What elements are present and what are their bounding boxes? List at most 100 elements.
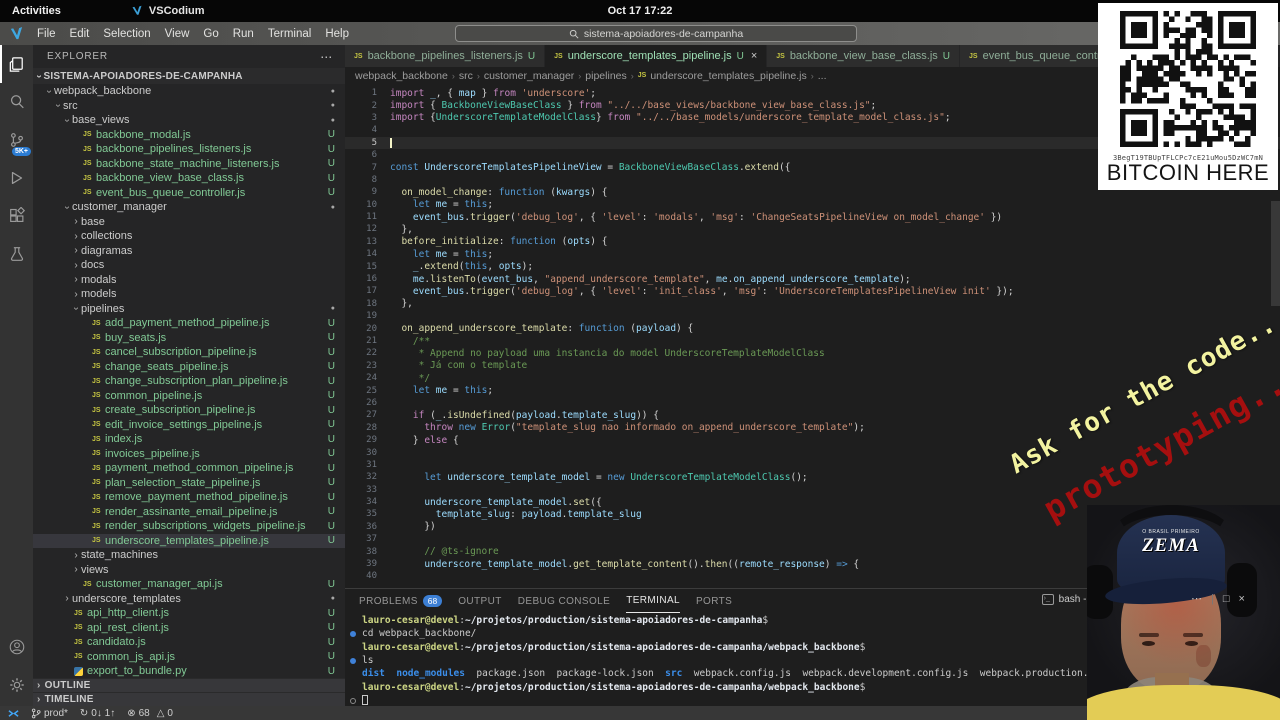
editor-line[interactable]: 15 _.extend(this, opts); (345, 260, 1280, 272)
tree-item-customer_manager_api.js[interactable]: JS customer_manager_api.js U (33, 577, 345, 592)
tab-backbone_pipelines_listeners.js[interactable]: JS backbone_pipelines_listeners.js U (345, 45, 546, 67)
source-control-icon[interactable]: 5K+ (0, 121, 33, 159)
tree-item-modals[interactable]: › modals (33, 273, 345, 288)
explorer-icon[interactable] (0, 45, 33, 83)
extensions-icon[interactable] (0, 197, 33, 235)
tree-item-cancel_subscription_pipeline.js[interactable]: JS cancel_subscription_pipeline.js U (33, 345, 345, 360)
tree-item-event_bus_queue_controller.js[interactable]: JS event_bus_queue_controller.js U (33, 186, 345, 201)
breadcrumb-item[interactable]: webpack_backbone (355, 70, 448, 82)
tree-item-base[interactable]: › base (33, 215, 345, 230)
tree-item-src[interactable]: › src ● (33, 99, 345, 114)
tree-item-backbone_modal.js[interactable]: JS backbone_modal.js U (33, 128, 345, 143)
editor-scrollbar[interactable] (1271, 201, 1280, 306)
tree-item-invoices_pipeline.js[interactable]: JS invoices_pipeline.js U (33, 447, 345, 462)
tree-item-change_seats_pipeline.js[interactable]: JS change_seats_pipeline.js U (33, 360, 345, 375)
tree-item-docs[interactable]: › docs (33, 258, 345, 273)
tab-backbone_view_base_class.js[interactable]: JS backbone_view_base_class.js U (767, 45, 961, 67)
remote-indicator[interactable] (8, 708, 19, 719)
editor-line[interactable]: 12 }, (345, 223, 1280, 235)
tree-item-plan_selection_state_pipeline.js[interactable]: JS plan_selection_state_pipeline.js U (33, 476, 345, 491)
project-root-row[interactable]: › SISTEMA-APOIADORES-DE-CAMPANHA (33, 68, 345, 84)
activities-button[interactable]: Activities (0, 5, 73, 17)
tree-item-render_assinante_email_pipeline.js[interactable]: JS render_assinante_email_pipeline.js U (33, 505, 345, 520)
command-center-search[interactable]: sistema-apoiadores-de-campanha (455, 25, 857, 42)
editor-line[interactable]: 14 let me = this; (345, 248, 1280, 260)
menu-view[interactable]: View (158, 28, 197, 40)
panel-tab-problems[interactable]: PROBLEMS 68 (359, 589, 443, 613)
tree-item-base_views[interactable]: › base_views ● (33, 113, 345, 128)
tree-item-customer_manager[interactable]: › customer_manager ● (33, 200, 345, 215)
breadcrumb-item[interactable]: customer_manager (484, 70, 574, 82)
tree-item-remove_payment_method_pipeline.js[interactable]: JS remove_payment_method_pipeline.js U (33, 490, 345, 505)
editor-line[interactable]: 21 /** (345, 335, 1280, 347)
tree-item-buy_seats.js[interactable]: JS buy_seats.js U (33, 331, 345, 346)
tree-item-views[interactable]: › views (33, 563, 345, 578)
editor-line[interactable]: 16 me.listenTo(event_bus, "append_unders… (345, 273, 1280, 285)
tree-item-api_http_client.js[interactable]: JS api_http_client.js U (33, 606, 345, 621)
settings-gear-icon[interactable] (0, 666, 33, 704)
editor-line[interactable]: 19 (345, 310, 1280, 322)
tree-item-pipelines[interactable]: › pipelines ● (33, 302, 345, 317)
editor-line[interactable]: 20 on_append_underscore_template: functi… (345, 322, 1280, 334)
editor-line[interactable]: 11 event_bus.trigger('debug_log', { 'lev… (345, 211, 1280, 223)
tree-item-state_machines[interactable]: › state_machines (33, 548, 345, 563)
menu-selection[interactable]: Selection (96, 28, 157, 40)
editor-line[interactable]: 17 event_bus.trigger('debug_log', { 'lev… (345, 285, 1280, 297)
tree-item-common_pipeline.js[interactable]: JS common_pipeline.js U (33, 389, 345, 404)
testing-icon[interactable] (0, 235, 33, 273)
editor-line[interactable]: 10 let me = this; (345, 199, 1280, 211)
problems-indicator[interactable]: ⊗ 68 △ 0 (127, 708, 173, 719)
tree-item-backbone_state_machine_listeners.js[interactable]: JS backbone_state_machine_listeners.js U (33, 157, 345, 172)
editor-line[interactable]: 28 throw new Error("template_slug nao in… (345, 422, 1280, 434)
breadcrumb-item[interactable]: underscore_templates_pipeline.js (650, 70, 806, 82)
tree-item-underscore_templates[interactable]: › underscore_templates ● (33, 592, 345, 607)
menu-go[interactable]: Go (196, 28, 225, 40)
tree-item-backbone_view_base_class.js[interactable]: JS backbone_view_base_class.js U (33, 171, 345, 186)
breadcrumb-item[interactable]: src (459, 70, 473, 82)
editor-line[interactable]: 22 * Append no payload uma instancia do … (345, 347, 1280, 359)
tree-item-underscore_templates_pipeline.js[interactable]: JS underscore_templates_pipeline.js U (33, 533, 345, 548)
editor-line[interactable]: 33 (345, 484, 1280, 496)
command-decoration[interactable] (350, 697, 356, 704)
tree-item-export_to_bundle.py[interactable]: export_to_bundle.py U (33, 664, 345, 679)
git-branch-indicator[interactable]: prod* (31, 708, 68, 719)
menu-help[interactable]: Help (318, 28, 356, 40)
menu-terminal[interactable]: Terminal (261, 28, 318, 40)
tree-item-payment_method_common_pipeline.js[interactable]: JS payment_method_common_pipeline.js U (33, 461, 345, 476)
tree-item-api_rest_client.js[interactable]: JS api_rest_client.js U (33, 621, 345, 636)
panel-close-icon[interactable]: × (1239, 593, 1245, 605)
panel-tab-debug-console[interactable]: DEBUG CONSOLE (518, 589, 610, 613)
panel-tab-terminal[interactable]: TERMINAL (626, 589, 680, 613)
editor-line[interactable]: 23 * Já com o template (345, 360, 1280, 372)
account-icon[interactable] (0, 628, 33, 666)
breadcrumb-item[interactable]: pipelines (585, 70, 626, 82)
tree-item-webpack_backbone[interactable]: › webpack_backbone ● (33, 84, 345, 99)
tree-item-collections[interactable]: › collections (33, 229, 345, 244)
menu-run[interactable]: Run (226, 28, 261, 40)
close-icon[interactable]: × (751, 50, 757, 62)
tab-underscore_templates_pipeline.js[interactable]: JS underscore_templates_pipeline.js U × (545, 45, 768, 67)
panel-more-icon[interactable]: ⋯ (1191, 592, 1202, 605)
sidebar-section-outline[interactable]: › OUTLINE (33, 678, 345, 692)
tree-item-candidato.js[interactable]: JS candidato.js U (33, 635, 345, 650)
panel-tab-ports[interactable]: PORTS (696, 589, 732, 613)
menu-edit[interactable]: Edit (63, 28, 97, 40)
sidebar-section-timeline[interactable]: › TIMELINE (33, 692, 345, 706)
tree-item-index.js[interactable]: JS index.js U (33, 432, 345, 447)
run-debug-icon[interactable] (0, 159, 33, 197)
explorer-more-icon[interactable]: ⋯ (320, 50, 333, 64)
command-decoration[interactable] (350, 657, 356, 664)
tree-item-diagramas[interactable]: › diagramas (33, 244, 345, 259)
tree-item-models[interactable]: › models (33, 287, 345, 302)
editor-line[interactable]: 13 before_initialize: function (opts) { (345, 236, 1280, 248)
menu-file[interactable]: File (30, 28, 63, 40)
breadcrumb-item[interactable]: ... (818, 70, 827, 82)
tree-item-edit_invoice_settings_pipeline.js[interactable]: JS edit_invoice_settings_pipeline.js U (33, 418, 345, 433)
tree-item-render_subscriptions_widgets_pipeline.js[interactable]: JS render_subscriptions_widgets_pipeline.… (33, 519, 345, 534)
sync-indicator[interactable]: ↻ 0↓ 1↑ (80, 708, 115, 719)
command-decoration[interactable] (350, 631, 356, 638)
tree-item-create_subscription_pipeline.js[interactable]: JS create_subscription_pipeline.js U (33, 403, 345, 418)
tree-item-change_subscription_plan_pipeline.js[interactable]: JS change_subscription_plan_pipeline.js U (33, 374, 345, 389)
tree-item-backbone_pipelines_listeners.js[interactable]: JS backbone_pipelines_listeners.js U (33, 142, 345, 157)
panel-tab-output[interactable]: OUTPUT (458, 589, 502, 613)
